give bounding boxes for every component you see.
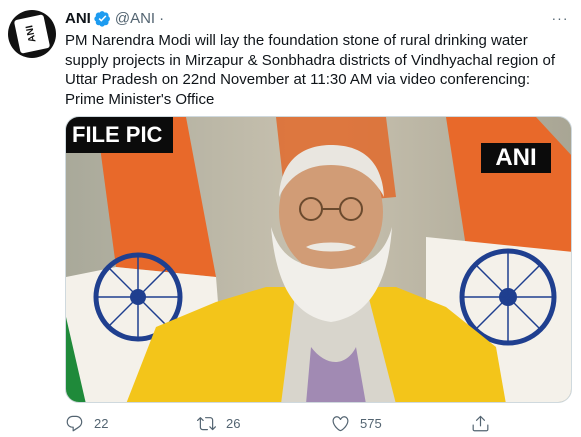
share-icon [472, 415, 489, 431]
like-button[interactable]: 575 [331, 412, 382, 434]
tweet-header: ANI @ANI · [65, 8, 168, 28]
ani-logo: ANI [13, 14, 51, 54]
header-separator: · [159, 9, 165, 27]
tweet-card[interactable]: ANI ANI @ANI · ··· PM Narendra Modi will… [0, 0, 581, 437]
retweet-icon [197, 416, 216, 430]
more-icon[interactable]: ··· [548, 6, 572, 30]
author-name[interactable]: ANI [65, 10, 91, 27]
tweet-text: PM Narendra Modi will lay the foundation… [65, 32, 555, 108]
ani-watermark: ANI [481, 143, 551, 173]
author-handle[interactable]: @ANI [115, 10, 155, 27]
avatar-logo-text: ANI [24, 24, 39, 44]
retweet-count: 26 [226, 415, 241, 431]
reply-button[interactable]: 22 [65, 412, 108, 434]
share-button[interactable] [471, 412, 490, 434]
tweet-photo[interactable]: FILE PIC ANI [65, 116, 572, 403]
reply-icon [66, 415, 83, 431]
avatar[interactable]: ANI [8, 10, 56, 58]
verified-badge-icon [94, 10, 111, 27]
like-icon [332, 415, 349, 431]
tweet-actions: 22 26 575 [65, 412, 525, 434]
like-count: 575 [360, 415, 382, 431]
retweet-button[interactable]: 26 [197, 412, 240, 434]
file-pic-label: FILE PIC [66, 117, 173, 153]
reply-count: 22 [94, 415, 109, 431]
